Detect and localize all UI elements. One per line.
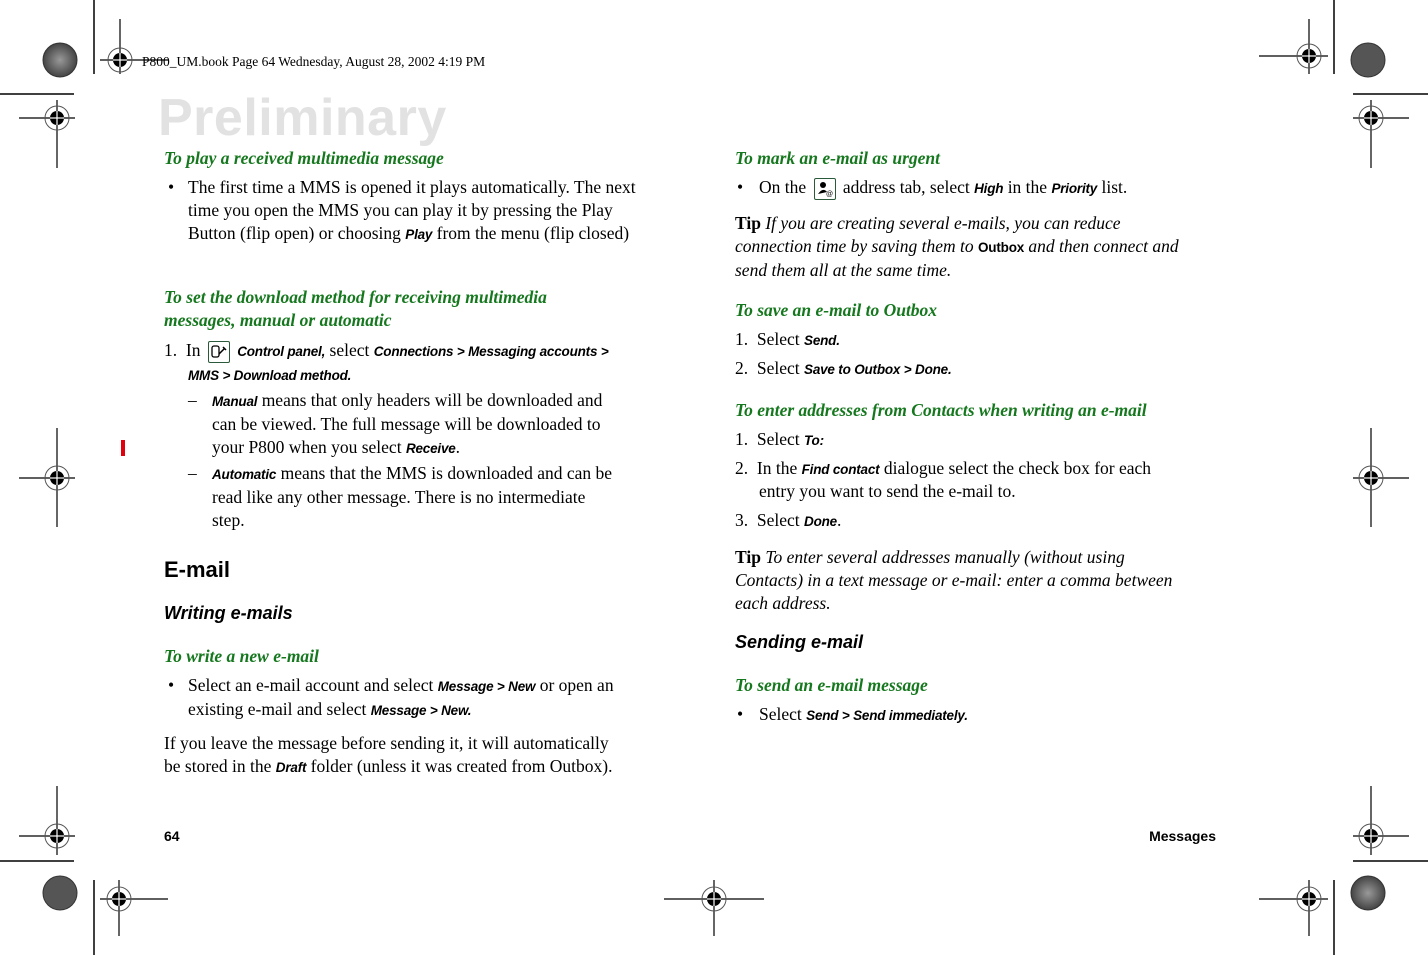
- ui-label-manual: Manual: [212, 394, 258, 409]
- heading-addresses: To enter addresses from Contacts when wr…: [735, 400, 1147, 420]
- draft-paragraph: If you leave the message before sending …: [164, 733, 613, 776]
- tip-label: Tip: [735, 547, 761, 567]
- tip-several-emails: Tip If you are creating several e-mails,…: [735, 213, 1179, 280]
- svg-text:@: @: [826, 191, 833, 198]
- tip-label: Tip: [735, 213, 761, 233]
- heading-download-method-1: To set the download method for receiving…: [164, 287, 547, 307]
- change-bar: [121, 440, 125, 456]
- heading-urgent: To mark an e-mail as urgent: [735, 148, 941, 168]
- ui-label-play: Play: [405, 227, 433, 242]
- ui-label-automatic: Automatic: [212, 467, 277, 482]
- crop-mark-bottom-center: [664, 880, 764, 936]
- crop-mark-mid-right: [1353, 428, 1409, 527]
- heading-send-message: To send an e-mail message: [735, 675, 928, 695]
- page-number: 64: [164, 828, 180, 844]
- preliminary-watermark: Preliminary: [158, 89, 447, 147]
- crop-mark-bottom-left: [0, 786, 168, 955]
- subsection-title-sending: Sending e-mail: [735, 632, 864, 652]
- address-tab-icon: @: [813, 178, 836, 200]
- heading-save-outbox: To save an e-mail to Outbox: [735, 300, 938, 320]
- color-wheel-icon: [1350, 42, 1386, 78]
- addresses-step-2: 2. In the Find contact dialogue select t…: [735, 458, 1152, 478]
- heading-write-new: To write a new e-mail: [164, 646, 319, 666]
- color-wheel-icon: [42, 875, 78, 911]
- save-outbox-step-1: 1. Select Send.: [735, 329, 840, 349]
- footer-section-title: Messages: [1149, 828, 1216, 844]
- section-title-email: E-mail: [164, 557, 231, 582]
- heading-download-method-2: messages, manual or automatic: [164, 310, 392, 330]
- addresses-step-1: 1. Select To:: [735, 429, 824, 449]
- play-mms-text: The first time a MMS is opened it plays …: [188, 177, 636, 243]
- save-outbox-step-2: 2. Select Save to Outbox > Done.: [735, 358, 952, 378]
- crop-mark-top-right: [1259, 0, 1428, 168]
- control-panel-icon: [207, 341, 230, 363]
- print-header: P800_UM.book Page 64 Wednesday, August 2…: [142, 54, 486, 69]
- color-wheel-icon: [42, 42, 78, 78]
- tip-manual-addresses: Tip To enter several addresses manually …: [735, 547, 1173, 613]
- crop-mark-top-left: [0, 0, 168, 168]
- download-step-1: 1. In Control panel, select Connections …: [164, 339, 609, 363]
- color-wheel-icon: [1350, 875, 1386, 911]
- crop-mark-mid-left: [19, 428, 75, 527]
- subsection-title-writing: Writing e-mails: [164, 603, 293, 623]
- bullet: •: [168, 177, 175, 197]
- addresses-step-2-cont: entry you want to send the e-mail to.: [759, 481, 1016, 501]
- download-step-1-path: MMS > Download method.: [188, 368, 352, 383]
- heading-play-mms: To play a received multimedia message: [164, 148, 444, 168]
- crop-mark-bottom-right: [1259, 786, 1428, 955]
- addresses-step-3: 3. Select Done.: [735, 510, 842, 530]
